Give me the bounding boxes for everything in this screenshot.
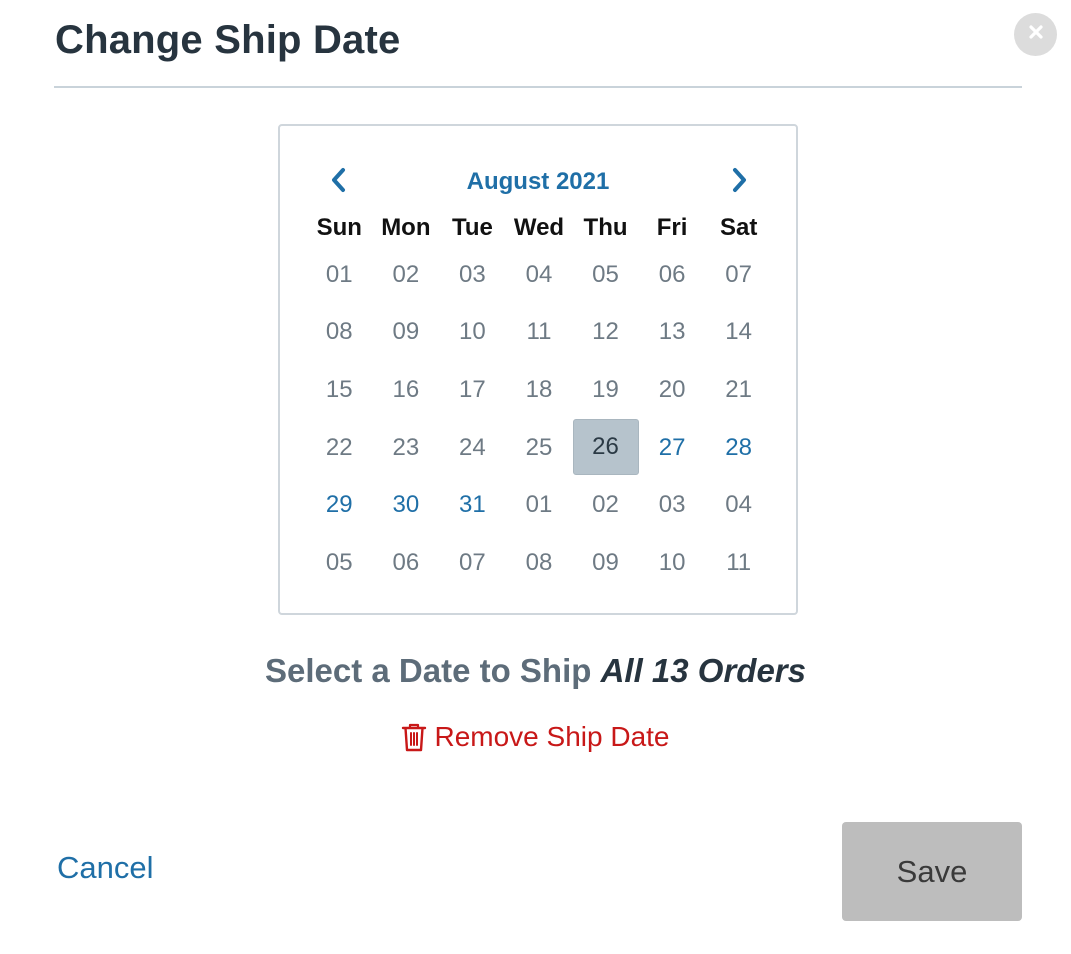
weekday-label: Sun: [316, 214, 362, 241]
weekday-label: Mon: [381, 214, 431, 241]
day-cell: 10: [658, 548, 686, 576]
day-cell-selected[interactable]: 26: [572, 418, 639, 475]
day-cell: 03: [658, 491, 686, 519]
day-cell: 17: [459, 375, 486, 403]
weekday-label: Thu: [583, 214, 628, 241]
weekday-label: Sat: [719, 214, 758, 241]
cancel-button[interactable]: Cancel: [57, 850, 154, 886]
day-cell: 02: [392, 260, 420, 288]
day-cell[interactable]: 29: [306, 476, 373, 534]
chevron-right-icon: [731, 167, 749, 198]
header-divider: [54, 86, 1022, 88]
save-button-label: Save: [896, 853, 968, 889]
day-cell: 03: [459, 260, 486, 288]
day-cell[interactable]: 28: [705, 419, 772, 477]
dialog-title: Change Ship Date: [55, 18, 401, 62]
day-cell: 22: [325, 433, 353, 461]
day-cell: 18: [525, 375, 553, 403]
weekday-row: Sun Mon Tue Wed Thu Fri Sat: [306, 212, 772, 244]
remove-ship-date-link[interactable]: Remove Ship Date: [0, 721, 1071, 753]
day-cell: 23: [392, 433, 420, 461]
day-cell: 05: [325, 548, 353, 576]
day-cell: 14: [725, 318, 752, 346]
day-cell: 21: [725, 375, 752, 403]
day-cell: 25: [525, 433, 553, 461]
day-cell: 08: [325, 318, 353, 346]
ship-prompt-orders: All 13 Orders: [600, 652, 807, 689]
calendar-header: August 2021: [280, 162, 796, 202]
day-cell: 04: [525, 260, 553, 288]
save-button[interactable]: Save: [842, 822, 1022, 921]
month-label: August 2021: [466, 168, 610, 195]
day-cell: 10: [459, 318, 486, 346]
day-cell: 12: [592, 318, 619, 346]
day-cell: 05: [592, 260, 619, 288]
trash-icon: [401, 722, 427, 752]
change-ship-date-dialog: Change Ship Date August 2021 Sun Mon Tue…: [0, 0, 1071, 954]
day-cell: 07: [459, 548, 486, 576]
remove-ship-date-label: Remove Ship Date: [434, 721, 670, 752]
day-cell: 13: [658, 318, 686, 346]
day-cell[interactable]: 27: [639, 419, 706, 477]
day-cell: 01: [525, 491, 553, 519]
weekday-label: Tue: [451, 214, 493, 241]
day-grid: 01 02 03 04 05 06 07 08 09 10 11 12 13 14 15 16 17 18 19 20…: [306, 246, 772, 592]
close-button[interactable]: [1014, 13, 1057, 56]
day-cell: 24: [459, 433, 486, 461]
day-cell: 15: [325, 375, 353, 403]
day-cell: 04: [725, 491, 752, 519]
day-cell: 08: [525, 548, 553, 576]
day-cell[interactable]: 31: [439, 476, 506, 534]
next-month-button[interactable]: [720, 162, 760, 202]
day-cell: 11: [726, 548, 752, 576]
day-cell: 09: [592, 548, 619, 576]
day-cell[interactable]: 30: [373, 476, 440, 534]
day-cell: 16: [392, 375, 420, 403]
day-cell: 19: [592, 375, 619, 403]
day-cell: 20: [658, 375, 686, 403]
day-cell: 02: [592, 491, 619, 519]
day-cell: 01: [325, 260, 353, 288]
weekday-label: Fri: [656, 214, 688, 241]
day-cell: 09: [392, 318, 420, 346]
close-icon: [1027, 23, 1045, 46]
day-cell: 06: [658, 260, 686, 288]
ship-prompt-lead: Select a Date to Ship: [264, 652, 601, 689]
calendar: August 2021 Sun Mon Tue Wed Thu Fri Sat 01 02 03…: [278, 124, 798, 615]
day-cell: 06: [392, 548, 420, 576]
day-cell: 07: [725, 260, 752, 288]
ship-prompt: Select a Date to Ship All 13 Orders: [0, 652, 1071, 690]
weekday-label: Wed: [513, 214, 565, 241]
day-cell: 11: [526, 318, 552, 346]
